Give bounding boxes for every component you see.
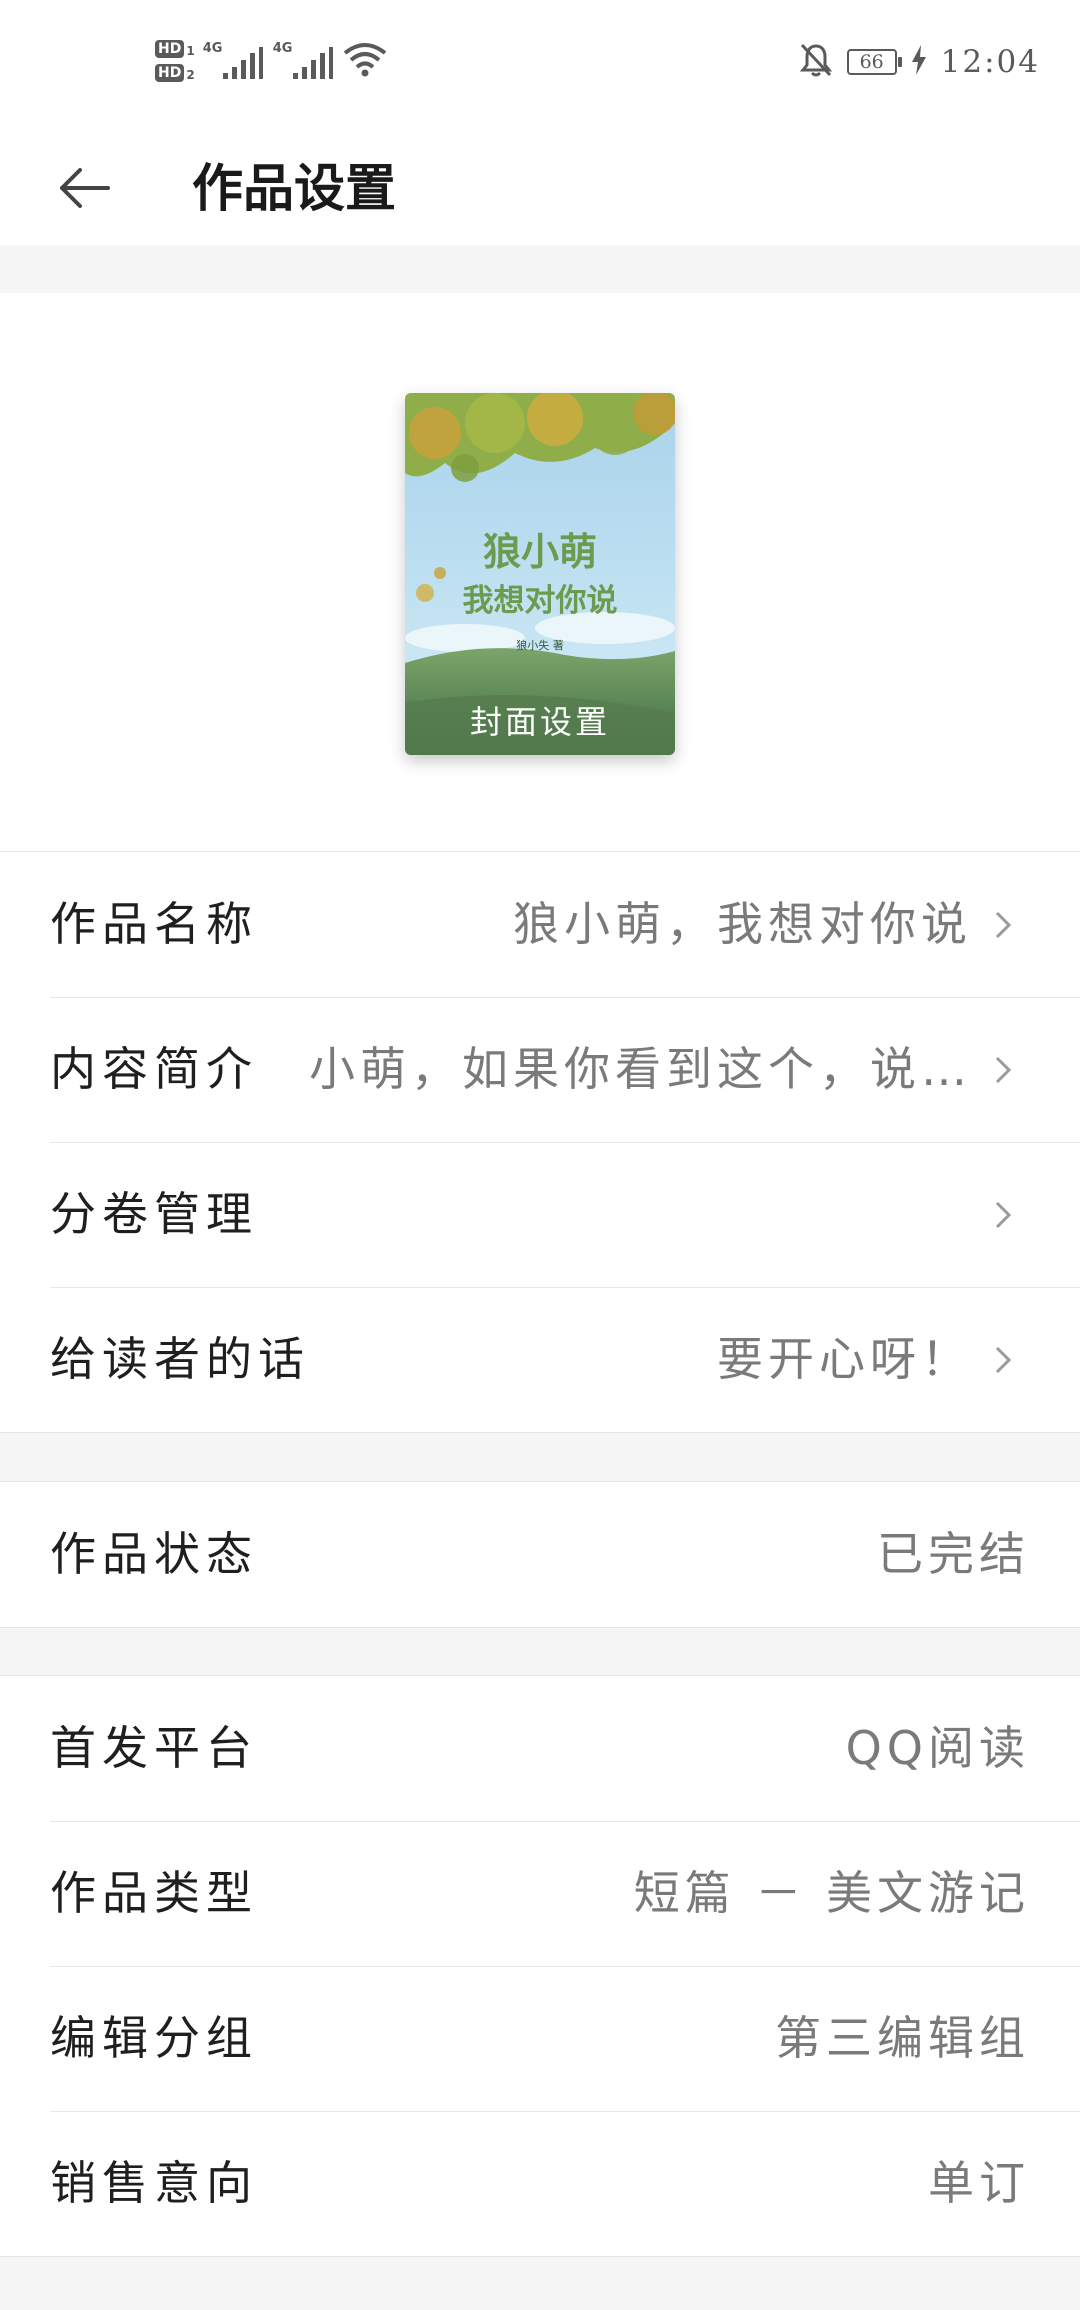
wifi-icon [343, 41, 387, 81]
group-bottom-divider [0, 1432, 1080, 1433]
row-label: 销售意向 [50, 2156, 258, 2210]
page-title: 作品设置 [192, 160, 397, 219]
row-synopsis[interactable]: 内容简介 小萌，如果你看到这个，说… [0, 997, 1080, 1142]
settings-group-status: 作品状态 已完结 [0, 1481, 1080, 1628]
cover-art-author: 狼小失 著 [516, 638, 564, 652]
back-arrow-icon [58, 166, 112, 214]
row-label: 分卷管理 [50, 1187, 258, 1241]
row-value: 狼小萌，我想对你说 [513, 897, 972, 951]
row-label: 作品类型 [50, 1866, 258, 1920]
row-value: 要开心呀！ [717, 1332, 972, 1386]
signal-icon: 4G [203, 41, 265, 81]
row-label: 作品状态 [50, 1527, 258, 1581]
row-work-name[interactable]: 作品名称 狼小萌，我想对你说 [0, 852, 1080, 997]
chevron-right-icon [995, 1346, 1012, 1374]
title-bar: 作品设置 [0, 125, 1080, 245]
network-type-2: 4G [272, 41, 293, 56]
hd2-sub: 2 [186, 68, 195, 82]
row-value: 已完结 [877, 1527, 1030, 1581]
signal-icon-2: 4G [273, 41, 335, 81]
status-left: HD 1 HD 2 4G 4G [155, 30, 387, 92]
row-first-platform: 首发平台 QQ阅读 [0, 1676, 1080, 1821]
row-value: QQ阅读 [845, 1721, 1030, 1775]
row-value: 短篇 － 美文游记 [633, 1866, 1030, 1920]
cover-art-title-2: 我想对你说 [463, 583, 618, 619]
row-work-type: 作品类型 短篇 － 美文游记 [0, 1821, 1080, 1966]
chevron-right-icon [995, 1056, 1012, 1084]
row-label: 内容简介 [50, 1042, 258, 1096]
row-note-to-readers[interactable]: 给读者的话 要开心呀！ [0, 1287, 1080, 1432]
charging-icon [911, 45, 927, 79]
hd2-indicator: HD 2 [155, 64, 195, 82]
cover-art-title-1: 狼小萌 [483, 530, 597, 574]
hd1-indicator: HD 1 [155, 40, 195, 58]
row-label: 编辑分组 [50, 2011, 258, 2065]
row-work-status: 作品状态 已完结 [0, 1482, 1080, 1627]
hd1-sub: 1 [186, 44, 195, 58]
clock: 12:04 [940, 44, 1040, 80]
chevron-right-icon [995, 1201, 1012, 1229]
bell-muted-icon [799, 42, 833, 82]
back-button[interactable] [40, 145, 130, 235]
group-bottom-divider [0, 1627, 1080, 1628]
status-bar: HD 1 HD 2 4G 4G 66 12:04 [0, 0, 1080, 125]
row-value: 单订 [928, 2156, 1030, 2210]
battery-icon: 66 [846, 49, 902, 75]
group-bottom-divider [0, 2256, 1080, 2257]
row-editor-group: 编辑分组 第三编辑组 [0, 1966, 1080, 2111]
row-label: 首发平台 [50, 1721, 258, 1775]
hd-indicators: HD 1 HD 2 [155, 40, 195, 82]
hd1-badge: HD [155, 40, 185, 58]
cover-section: 狼小萌 我想对你说 狼小失 著 封面设置 [0, 293, 1080, 851]
row-label: 作品名称 [50, 897, 258, 951]
cover-settings-label: 封面设置 [469, 703, 610, 741]
network-type-1: 4G [202, 41, 223, 56]
row-label: 给读者的话 [50, 1332, 310, 1386]
row-sales-intent: 销售意向 单订 [0, 2111, 1080, 2256]
cover-settings-button[interactable]: 狼小萌 我想对你说 狼小失 著 封面设置 [405, 393, 675, 755]
row-volume-management[interactable]: 分卷管理 [0, 1142, 1080, 1287]
row-value: 第三编辑组 [775, 2011, 1030, 2065]
hd2-badge: HD [155, 64, 185, 82]
chevron-right-icon [995, 911, 1012, 939]
row-value: 小萌，如果你看到这个，说… [309, 1042, 972, 1096]
settings-group-basic: 作品名称 狼小萌，我想对你说 内容简介 小萌，如果你看到这个，说… 分卷管理 给… [0, 851, 1080, 1433]
settings-group-publishing: 首发平台 QQ阅读 作品类型 短篇 － 美文游记 编辑分组 第三编辑组 销售意向… [0, 1675, 1080, 2257]
status-right: 66 12:04 [799, 40, 1040, 84]
